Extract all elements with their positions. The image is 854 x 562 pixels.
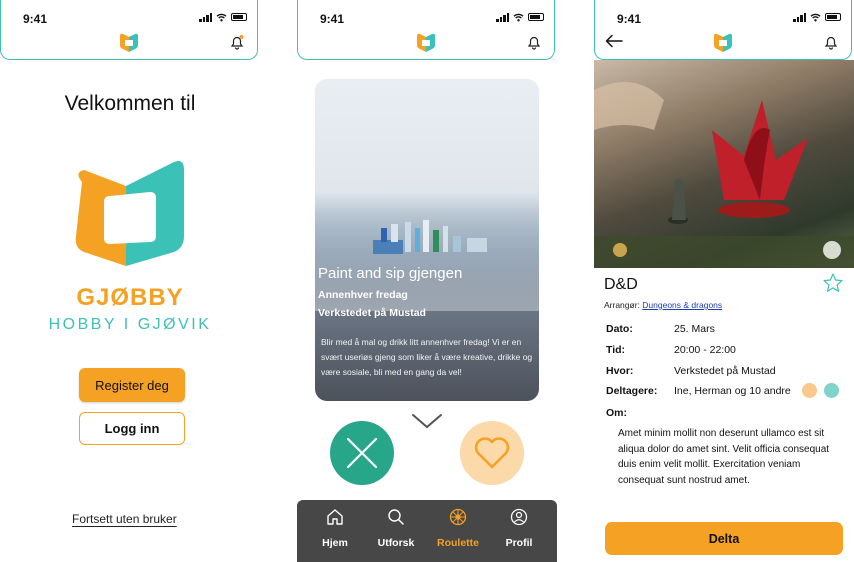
heart-icon [474, 437, 510, 469]
roulette-screen: 9:41 Paint and sip gjengen Annenhver fre… [297, 0, 557, 562]
chevron-down-icon[interactable] [411, 412, 443, 430]
about-text: Amet minim mollit non deserunt ullamco e… [618, 428, 830, 486]
wifi-icon [216, 13, 227, 21]
app-logo-icon[interactable] [710, 30, 736, 56]
header-bar: 9:41 [0, 0, 258, 60]
login-button[interactable]: Logg inn [79, 412, 185, 445]
date-value: 25. Mars [674, 323, 715, 335]
signal-icon [496, 12, 509, 22]
time-label: Tid: [606, 344, 626, 356]
battery-icon [825, 13, 841, 21]
time-value: 20:00 - 22:00 [674, 344, 736, 356]
card-photo-bottles [373, 220, 487, 254]
tab-roulette-label: Roulette [437, 537, 479, 549]
status-time: 9:41 [23, 12, 48, 26]
date-label: Dato: [606, 323, 633, 335]
profile-icon [510, 508, 528, 526]
participants-value: Ine, Herman og 10 andre [674, 385, 791, 397]
organizer-link[interactable]: Dungeons & dragons [642, 300, 722, 310]
system-icons [793, 12, 841, 22]
event-photo [594, 60, 854, 268]
battery-icon [528, 13, 544, 21]
avatar[interactable] [802, 383, 817, 398]
join-button[interactable]: Delta [605, 522, 843, 555]
like-button[interactable] [460, 421, 524, 485]
reject-button[interactable] [330, 421, 394, 485]
welcome-screen: 9:41 Velkommen til GJØBBY HOBBY I GJØVIK… [0, 0, 260, 562]
location-label: Hvor: [606, 365, 634, 377]
status-time: 9:41 [320, 12, 345, 26]
favorite-star-icon[interactable] [822, 272, 844, 294]
event-title: D&D [604, 276, 638, 293]
app-logo-icon[interactable] [116, 30, 142, 56]
card-title: Paint and sip gjengen [318, 265, 463, 282]
signal-icon [793, 12, 806, 22]
activity-card[interactable]: Paint and sip gjengen Annenhver fredag V… [315, 79, 539, 401]
battery-icon [231, 13, 247, 21]
signal-icon [199, 12, 212, 22]
card-description: Blir med å mal og drikk litt annenhver f… [321, 337, 533, 377]
system-icons [199, 12, 247, 22]
roulette-icon [449, 508, 467, 526]
tab-profile[interactable]: Profil [489, 508, 549, 549]
organizer-prefix: Arrangør: [604, 300, 640, 310]
home-icon [327, 509, 343, 525]
brand-logo-mark [75, 161, 184, 266]
bottom-tab-bar: Hjem Utforsk Roulette Profil [297, 500, 557, 562]
search-icon [388, 509, 404, 525]
dragon-miniature-illustration [594, 82, 854, 268]
brand-name: GJØBBY [76, 284, 184, 311]
app-logo-icon[interactable] [413, 30, 439, 56]
tab-home-label: Hjem [322, 537, 348, 549]
participants-label: Deltagere: [606, 385, 658, 397]
card-frequency: Annenhver fredag [318, 289, 408, 301]
close-icon [346, 437, 378, 469]
avatar[interactable] [824, 383, 839, 398]
notification-bell-icon[interactable] [526, 34, 542, 50]
welcome-heading: Velkommen til [64, 92, 196, 115]
header-bar: 9:41 [297, 0, 555, 60]
register-button[interactable]: Register deg [79, 368, 185, 402]
tab-explore[interactable]: Utforsk [366, 508, 426, 549]
header-bar: 9:41 [594, 0, 852, 60]
tab-explore-label: Utforsk [377, 537, 415, 549]
tab-home[interactable]: Hjem [305, 508, 365, 549]
notification-bell-icon[interactable] [229, 34, 245, 50]
notification-bell-icon[interactable] [823, 34, 839, 50]
system-icons [496, 12, 544, 22]
organizer-line: Arrangør: Dungeons & dragons [604, 300, 722, 310]
wifi-icon [810, 13, 821, 21]
event-detail-screen: 9:41 D&D Arrangør: Dungeons & dragons Da… [594, 0, 854, 562]
about-label: Om: [606, 407, 627, 419]
status-time: 9:41 [617, 12, 642, 26]
tab-profile-label: Profil [505, 537, 533, 549]
brand-tagline: HOBBY I GJØVIK [48, 316, 212, 333]
location-value: Verkstedet på Mustad [674, 365, 776, 377]
card-location: Verkstedet på Mustad [318, 307, 426, 319]
wifi-icon [513, 13, 524, 21]
continue-without-account-link[interactable]: Fortsett uten bruker [72, 512, 177, 526]
tab-roulette[interactable]: Roulette [428, 508, 488, 549]
back-arrow-icon[interactable] [605, 34, 623, 48]
